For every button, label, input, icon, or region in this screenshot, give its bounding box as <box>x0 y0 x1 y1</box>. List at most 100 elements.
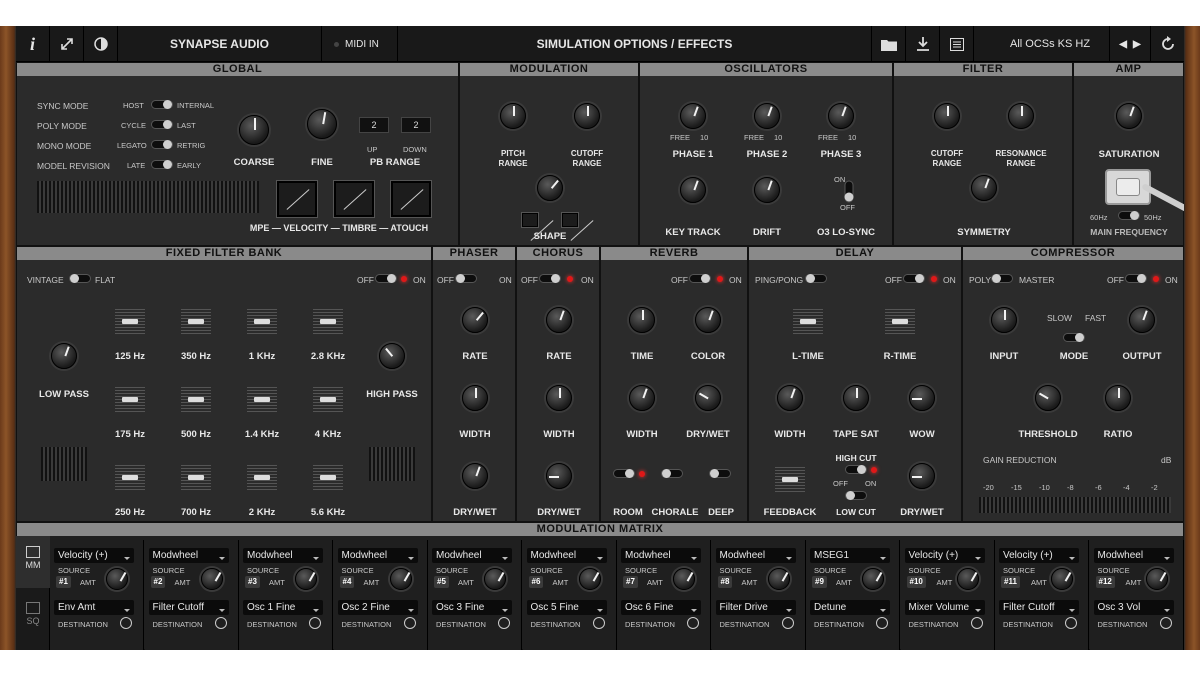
amount-knob[interactable] <box>578 568 601 590</box>
destination-dropdown[interactable]: Osc 6 Fine <box>621 600 701 615</box>
chorus-rate-knob[interactable] <box>546 307 572 333</box>
chorus-width-knob[interactable] <box>546 385 572 411</box>
band-fader[interactable] <box>313 309 343 335</box>
pitch-range-knob[interactable] <box>500 103 526 129</box>
cutoff-range-knob[interactable] <box>574 103 600 129</box>
band-fader[interactable] <box>115 465 145 491</box>
source-dropdown[interactable]: Velocity (+) <box>999 548 1079 563</box>
preset-name[interactable]: All OCSs KS HZ <box>974 26 1110 62</box>
destination-dropdown[interactable]: Osc 5 Fine <box>526 600 607 615</box>
coarse-knob[interactable] <box>239 115 269 145</box>
amount-knob[interactable] <box>673 568 695 590</box>
feedback-fader[interactable] <box>775 467 805 493</box>
target-icon[interactable] <box>309 617 321 629</box>
band-fader[interactable] <box>247 387 277 413</box>
expand-icon[interactable] <box>50 26 84 62</box>
mpe-timbre-curve[interactable] <box>334 181 374 217</box>
reverb-drywet-knob[interactable] <box>695 385 721 411</box>
chorus-drywet-knob[interactable] <box>546 463 572 489</box>
target-icon[interactable] <box>687 617 699 629</box>
mpe-velocity-curve[interactable] <box>277 181 317 217</box>
amount-knob[interactable] <box>389 568 412 590</box>
list-icon[interactable] <box>940 26 974 62</box>
lo-sync-toggle[interactable] <box>844 180 854 203</box>
download-icon[interactable] <box>906 26 940 62</box>
folder-icon[interactable] <box>872 26 906 62</box>
input-knob[interactable] <box>991 307 1017 333</box>
target-icon[interactable] <box>120 617 132 629</box>
symmetry-knob[interactable] <box>971 175 997 201</box>
band-fader[interactable] <box>247 309 277 335</box>
reverb-color-knob[interactable] <box>695 307 721 333</box>
threshold-knob[interactable] <box>1035 385 1061 411</box>
destination-dropdown[interactable]: Osc 2 Fine <box>337 600 418 615</box>
saturation-knob[interactable] <box>1116 103 1142 129</box>
band-fader[interactable] <box>247 465 277 491</box>
comp-power-toggle[interactable] <box>1125 274 1147 283</box>
ffb-power-toggle[interactable] <box>375 274 397 283</box>
band-fader[interactable] <box>115 309 145 335</box>
source-dropdown[interactable]: Velocity (+) <box>904 548 985 563</box>
reverb-power-toggle[interactable] <box>689 274 711 283</box>
amount-knob[interactable] <box>862 568 884 590</box>
shape-knob[interactable] <box>537 175 563 201</box>
target-icon[interactable] <box>1159 617 1172 629</box>
source-dropdown[interactable]: Modwheel <box>526 548 607 563</box>
contrast-icon[interactable] <box>84 26 118 62</box>
fine-knob[interactable] <box>307 109 337 139</box>
mono-mode-toggle[interactable] <box>151 140 173 149</box>
low-cut-toggle[interactable] <box>845 491 867 500</box>
room-toggle[interactable] <box>613 469 635 478</box>
mode-toggle[interactable] <box>1063 333 1085 342</box>
high-cut-toggle[interactable] <box>845 465 867 474</box>
destination-dropdown[interactable]: Filter Drive <box>715 600 796 615</box>
source-dropdown[interactable]: Modwheel <box>1093 548 1174 563</box>
r-time-fader[interactable] <box>885 309 915 335</box>
drift-knob[interactable] <box>754 177 780 203</box>
destination-dropdown[interactable]: Osc 1 Fine <box>243 600 323 615</box>
resonance-range-knob[interactable] <box>1008 103 1034 129</box>
band-fader[interactable] <box>313 465 343 491</box>
pingpong-toggle[interactable] <box>805 274 827 283</box>
source-dropdown[interactable]: Modwheel <box>432 548 512 563</box>
poly-master-toggle[interactable] <box>991 274 1013 283</box>
phase2-knob[interactable] <box>754 103 780 129</box>
info-icon[interactable]: i <box>16 26 50 62</box>
sync-mode-toggle[interactable] <box>151 100 173 109</box>
band-fader[interactable] <box>181 387 211 413</box>
destination-dropdown[interactable]: Osc 3 Vol <box>1093 600 1174 615</box>
output-knob[interactable] <box>1129 307 1155 333</box>
destination-dropdown[interactable]: Filter Cutoff <box>999 600 1079 615</box>
prev-preset-icon[interactable]: ◀ <box>1119 39 1127 50</box>
destination-dropdown[interactable]: Osc 3 Fine <box>432 600 512 615</box>
delay-drywet-knob[interactable] <box>909 463 935 489</box>
chorus-power-toggle[interactable] <box>539 274 561 283</box>
source-dropdown[interactable]: Modwheel <box>621 548 701 563</box>
refresh-icon[interactable] <box>1150 26 1184 62</box>
band-fader[interactable] <box>115 387 145 413</box>
delay-power-toggle[interactable] <box>903 274 925 283</box>
phaser-power-toggle[interactable] <box>455 274 477 283</box>
vintage-flat-toggle[interactable] <box>69 274 91 283</box>
target-icon[interactable] <box>1065 617 1077 629</box>
wow-knob[interactable] <box>909 385 935 411</box>
source-dropdown[interactable]: Velocity (+) <box>54 548 134 563</box>
target-icon[interactable] <box>498 617 510 629</box>
deep-toggle[interactable] <box>709 469 731 478</box>
pb-up-field[interactable]: 2 <box>359 117 389 133</box>
phase1-knob[interactable] <box>680 103 706 129</box>
source-dropdown[interactable]: Modwheel <box>148 548 229 563</box>
target-icon[interactable] <box>214 617 227 629</box>
low-pass-knob[interactable] <box>51 343 77 369</box>
phase3-knob[interactable] <box>828 103 854 129</box>
amount-knob[interactable] <box>767 568 790 590</box>
key-track-knob[interactable] <box>680 177 706 203</box>
amount-knob[interactable] <box>484 568 506 590</box>
band-fader[interactable] <box>181 465 211 491</box>
mpe-atouch-curve[interactable] <box>391 181 431 217</box>
chorale-toggle[interactable] <box>661 469 683 478</box>
band-fader[interactable] <box>181 309 211 335</box>
destination-dropdown[interactable]: Detune <box>810 600 890 615</box>
source-dropdown[interactable]: Modwheel <box>243 548 323 563</box>
band-fader[interactable] <box>313 387 343 413</box>
